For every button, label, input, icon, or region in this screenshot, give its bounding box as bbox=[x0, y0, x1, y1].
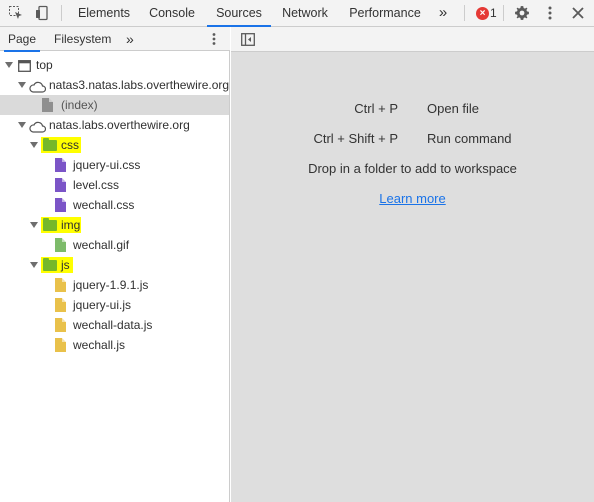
expand-arrow-icon[interactable] bbox=[5, 62, 13, 68]
tree-item-origin[interactable]: natas.labs.overthewire.org bbox=[0, 115, 229, 135]
tree-item-file[interactable]: level.css bbox=[0, 175, 229, 195]
more-navigator-tabs-icon[interactable]: » bbox=[126, 27, 140, 51]
toolbar-divider bbox=[503, 5, 504, 21]
tree-item-label: wechall.css bbox=[73, 198, 135, 212]
js-file-icon bbox=[55, 318, 66, 332]
inspect-element-icon[interactable] bbox=[6, 0, 26, 26]
tab-elements[interactable]: Elements bbox=[72, 0, 136, 26]
tab-console[interactable]: Console bbox=[140, 0, 204, 26]
css-file-icon bbox=[55, 178, 66, 192]
tree-item-label: wechall-data.js bbox=[73, 318, 153, 332]
expand-arrow-icon[interactable] bbox=[30, 142, 38, 148]
navigator-menu-icon[interactable] bbox=[206, 27, 222, 51]
tree-item-file[interactable]: wechall.css bbox=[0, 195, 229, 215]
toolbar-divider bbox=[464, 5, 465, 21]
tree-item-file[interactable]: wechall.js bbox=[0, 335, 229, 355]
js-file-icon bbox=[55, 338, 66, 352]
tree-item-label: top bbox=[36, 58, 53, 72]
device-toolbar-icon[interactable] bbox=[32, 0, 52, 26]
js-file-icon bbox=[55, 298, 66, 312]
learn-more-link[interactable]: Learn more bbox=[231, 191, 594, 206]
expand-arrow-icon[interactable] bbox=[30, 222, 38, 228]
tree-item-origin[interactable]: natas3.natas.labs.overthewire.org bbox=[0, 75, 229, 95]
tree-item-file[interactable]: jquery-ui.css bbox=[0, 155, 229, 175]
expand-arrow-icon[interactable] bbox=[18, 122, 26, 128]
js-file-icon bbox=[55, 278, 66, 292]
tree-item-label: img bbox=[61, 218, 81, 232]
shortcut-action: Open file bbox=[427, 101, 480, 116]
document-icon bbox=[42, 98, 53, 112]
tree-item-label: natas.labs.overthewire.org bbox=[49, 118, 190, 132]
devtools-toolbar: Elements Console Sources Network Perform… bbox=[0, 0, 594, 27]
tree-item-label: natas3.natas.labs.overthewire.org bbox=[49, 78, 230, 92]
tree-item-label: (index) bbox=[61, 98, 98, 112]
image-file-icon bbox=[55, 238, 66, 252]
error-icon[interactable]: × bbox=[476, 7, 489, 20]
tree-item-top[interactable]: top bbox=[0, 55, 229, 75]
folder-icon bbox=[43, 218, 57, 231]
settings-icon[interactable] bbox=[511, 0, 533, 26]
editor-toolbar bbox=[231, 27, 594, 52]
shortcut-action: Run command bbox=[427, 131, 512, 146]
tree-item-file[interactable]: wechall-data.js bbox=[0, 315, 229, 335]
tree-item-folder-css[interactable]: css bbox=[0, 135, 229, 155]
file-navigator: Page Filesystem » top natas3.natas.labs.… bbox=[0, 27, 230, 502]
tree-item-label: css bbox=[61, 138, 79, 152]
folder-icon bbox=[43, 138, 57, 151]
folder-icon bbox=[43, 258, 57, 271]
close-icon[interactable] bbox=[567, 0, 589, 26]
tab-network[interactable]: Network bbox=[275, 0, 335, 26]
tree-item-file[interactable]: jquery-ui.js bbox=[0, 295, 229, 315]
tab-page[interactable]: Page bbox=[4, 27, 40, 52]
toolbar-divider bbox=[61, 5, 62, 21]
tree-item-folder-img[interactable]: img bbox=[0, 215, 229, 235]
expand-arrow-icon[interactable] bbox=[30, 262, 38, 268]
tab-filesystem[interactable]: Filesystem bbox=[54, 27, 114, 51]
tree-item-file[interactable]: wechall.gif bbox=[0, 235, 229, 255]
tree-item-folder-js[interactable]: js bbox=[0, 255, 229, 275]
tree-item-label: wechall.js bbox=[73, 338, 126, 352]
tree-item-file[interactable]: jquery-1.9.1.js bbox=[0, 275, 229, 295]
drop-folder-hint: Drop in a folder to add to workspace bbox=[308, 161, 517, 176]
toggle-navigator-icon[interactable] bbox=[239, 27, 257, 51]
tab-performance[interactable]: Performance bbox=[342, 0, 428, 26]
shortcut-keys: Ctrl + Shift + P bbox=[313, 131, 398, 146]
navigator-tabs: Page Filesystem » bbox=[0, 27, 230, 52]
editor-placeholder: Ctrl + P Open file Ctrl + Shift + P Run … bbox=[231, 27, 594, 502]
tab-sources[interactable]: Sources bbox=[207, 0, 271, 27]
css-file-icon bbox=[55, 158, 66, 172]
tree-item-label: jquery-1.9.1.js bbox=[73, 278, 149, 292]
expand-arrow-icon[interactable] bbox=[18, 82, 26, 88]
more-tabs-icon[interactable]: » bbox=[434, 0, 452, 26]
tree-item-label: wechall.gif bbox=[73, 238, 130, 252]
shortcut-keys: Ctrl + P bbox=[354, 101, 398, 116]
tree-item-label: jquery-ui.js bbox=[73, 298, 132, 312]
css-file-icon bbox=[55, 198, 66, 212]
more-options-icon[interactable] bbox=[539, 0, 561, 26]
error-count[interactable]: 1 bbox=[490, 0, 497, 26]
tree-item-label: jquery-ui.css bbox=[73, 158, 141, 172]
tree-item-label: js bbox=[61, 258, 70, 272]
tree-item-label: level.css bbox=[73, 178, 120, 192]
tree-item-index[interactable]: (index) bbox=[0, 95, 229, 115]
